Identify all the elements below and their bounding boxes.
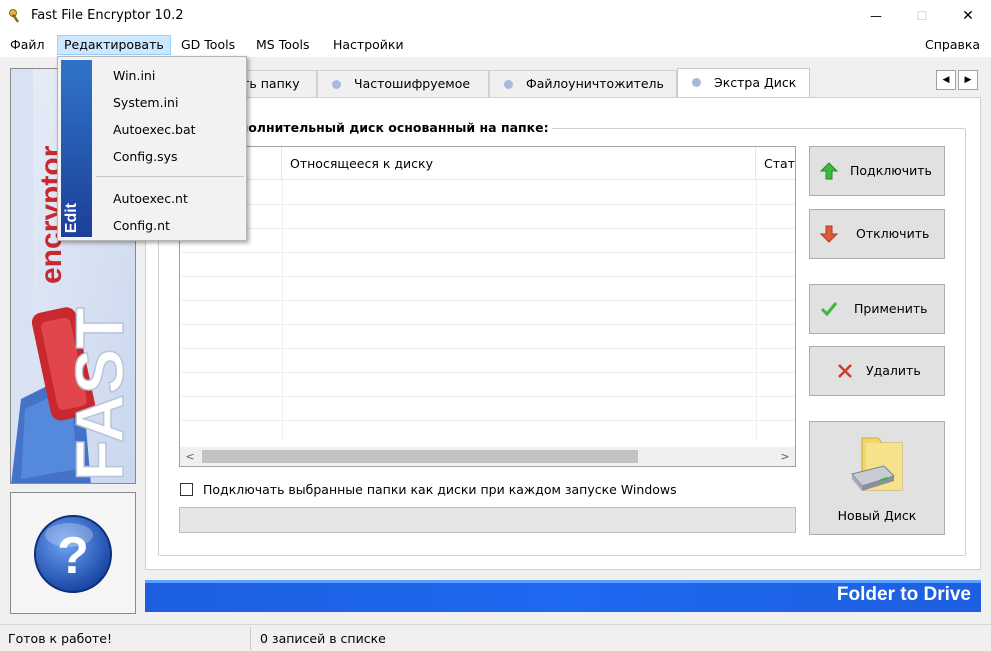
folder-to-drive-banner: Folder to Drive	[145, 580, 981, 612]
menu-item-autoexec-nt[interactable]: Autoexec.nt	[113, 188, 188, 210]
grid-line	[180, 348, 795, 349]
menu-help[interactable]: Справка	[919, 35, 986, 55]
disconnect-button[interactable]: Отключить	[809, 209, 945, 259]
grid-line	[180, 300, 795, 301]
delete-button[interactable]: Удалить	[809, 346, 945, 396]
menu-edit[interactable]: Редактировать	[57, 35, 171, 55]
window-title: Fast File Encryptor 10.2	[31, 8, 184, 23]
new-disk-button[interactable]: Новый Диск	[809, 421, 945, 535]
grid-line	[180, 420, 795, 421]
record-count: 0 записей в списке	[260, 631, 386, 646]
column-header-status[interactable]: Стат	[756, 147, 795, 180]
menu-gd-tools[interactable]: GD Tools	[175, 35, 241, 55]
menu-item-system-ini[interactable]: System.ini	[113, 92, 178, 114]
menu-settings[interactable]: Настройки	[327, 35, 410, 55]
scroll-right-arrow[interactable]: >	[775, 447, 795, 466]
tab-file-shredder[interactable]: Файлоуничтожитель	[489, 70, 677, 97]
grid-line	[180, 324, 795, 325]
grid-line	[282, 180, 283, 440]
connect-label: Подключить	[850, 163, 932, 178]
column-header-related[interactable]: Относящееся к диску	[282, 147, 756, 180]
menu-item-win-ini[interactable]: Win.ini	[113, 65, 155, 87]
tab-label: Частошифруемое	[354, 76, 471, 91]
help-icon[interactable]: ?	[11, 493, 137, 615]
menu-item-config-nt[interactable]: Config.nt	[113, 215, 170, 237]
menu-file[interactable]: Файл	[4, 35, 51, 55]
disconnect-label: Отключить	[856, 226, 930, 241]
menu-item-autoexec-bat[interactable]: Autoexec.bat	[113, 119, 196, 141]
menu-item-config-sys[interactable]: Config.sys	[113, 146, 178, 168]
arrow-down-icon	[819, 225, 839, 243]
scrollbar-thumb[interactable]	[202, 450, 638, 463]
checkmark-icon	[820, 300, 838, 318]
list-header: Относящееся к диску Стат	[180, 147, 795, 180]
tab-frequent[interactable]: Частошифруемое	[317, 70, 489, 97]
folder-drive-icon	[851, 437, 903, 491]
group-title: ополнительный диск основанный на папке:	[228, 120, 552, 135]
menu-bar: Файл Редактировать GD Tools MS Tools Нас…	[0, 33, 991, 57]
menu-ms-tools[interactable]: MS Tools	[250, 35, 316, 55]
banner-text: Folder to Drive	[836, 584, 971, 605]
tab-label: Экстра Диск	[714, 75, 797, 90]
grid-line	[180, 372, 795, 373]
minimize-button[interactable]: —	[853, 0, 899, 33]
status-text: Готов к работе!	[8, 631, 112, 646]
tab-label: Файлоуничтожитель	[526, 76, 664, 91]
tab-scroll-right-button[interactable]: ▶	[958, 70, 978, 90]
status-divider	[250, 627, 251, 650]
menu-separator	[96, 176, 244, 177]
delete-label: Удалить	[866, 363, 921, 378]
grid-line	[180, 228, 795, 229]
tab-scroll-left-button[interactable]: ◀	[936, 70, 956, 90]
grid-line	[180, 396, 795, 397]
grid-line	[180, 252, 795, 253]
apply-button[interactable]: Применить	[809, 284, 945, 334]
new-disk-label: Новый Диск	[837, 508, 917, 523]
x-icon	[836, 362, 854, 380]
logo-text-fast: FAST	[62, 307, 136, 481]
scroll-left-arrow[interactable]: <	[180, 447, 200, 466]
arrow-up-icon	[819, 162, 839, 180]
help-question-mark: ?	[57, 527, 89, 585]
edit-menu-dropdown: Edit Win.ini System.ini Autoexec.bat Con…	[57, 56, 247, 241]
close-button[interactable]: ✕	[945, 0, 991, 33]
app-icon	[8, 8, 24, 24]
edit-menu-side-label: Edit	[63, 202, 80, 233]
grid-line	[180, 204, 795, 205]
grid-line	[180, 276, 795, 277]
tab-bullet-icon	[692, 78, 701, 87]
horizontal-scrollbar[interactable]: < >	[180, 447, 795, 466]
tab-bullet-icon	[332, 80, 341, 89]
help-panel: ?	[10, 492, 136, 614]
maximize-button[interactable]: ☐	[899, 0, 945, 33]
connect-button[interactable]: Подключить	[809, 146, 945, 196]
autoconnect-checkbox[interactable]	[180, 483, 193, 496]
tab-bullet-icon	[504, 80, 513, 89]
disk-list[interactable]: Относящееся к диску Стат < >	[179, 146, 796, 467]
banner-highlight	[145, 580, 981, 583]
progress-bar	[179, 507, 796, 533]
tab-extra-disk[interactable]: Экстра Диск	[677, 68, 810, 98]
grid-line	[756, 180, 757, 440]
autoconnect-label[interactable]: Подключать выбранные папки как диски при…	[203, 481, 677, 499]
status-bar: Готов к работе! 0 записей в списке	[0, 624, 991, 651]
title-bar: Fast File Encryptor 10.2 — ☐ ✕	[0, 0, 991, 33]
edit-menu-sidebar: Edit	[61, 60, 92, 237]
apply-label: Применить	[854, 301, 928, 316]
